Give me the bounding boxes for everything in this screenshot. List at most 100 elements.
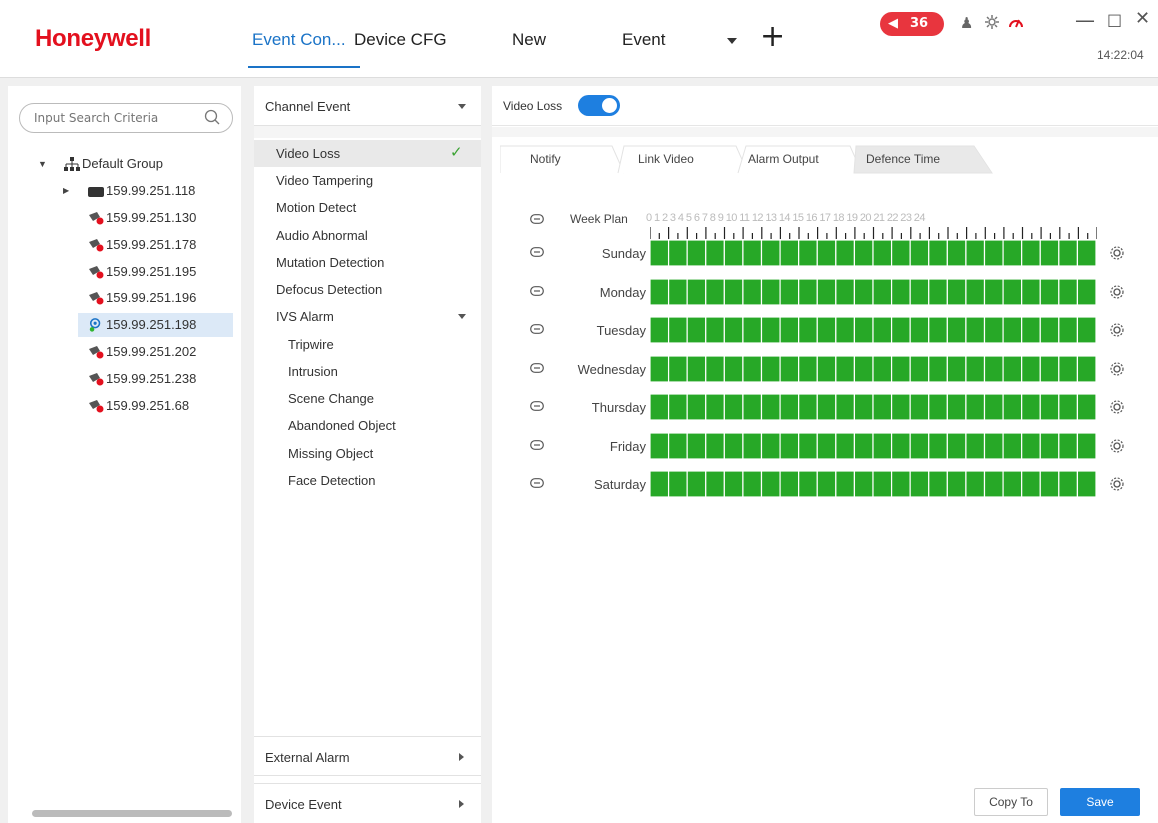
link-icon[interactable]: [530, 362, 544, 373]
schedule-row-thursday: Thursday: [492, 394, 1158, 422]
event-item-motion-detect[interactable]: Motion Detect: [254, 194, 481, 221]
performance-gauge-icon[interactable]: [1008, 16, 1024, 28]
event-type-panel: Channel Event Video Loss ✓ Video Tamperi…: [254, 86, 481, 823]
camera-offline-icon: [89, 266, 104, 279]
link-icon[interactable]: [530, 401, 544, 411]
expand-caret-icon[interactable]: ▼: [38, 159, 47, 169]
event-label: Video Loss: [276, 146, 341, 161]
search-icon[interactable]: [204, 109, 220, 125]
device-ip: 159.99.251.238: [106, 371, 197, 386]
tab-device-cfg[interactable]: Device CFG: [354, 30, 447, 50]
event-item-mutation-detection[interactable]: Mutation Detection: [254, 249, 481, 276]
event-group-ivs-alarm[interactable]: IVS Alarm: [254, 303, 481, 330]
user-icon[interactable]: ♟: [960, 14, 973, 32]
group-tree-icon: [64, 157, 80, 171]
day-label: Friday: [609, 438, 646, 454]
link-icon[interactable]: [530, 478, 544, 488]
camera-offline-icon: [89, 400, 104, 413]
alarm-badge[interactable]: ◀ 36: [880, 12, 944, 36]
day-label: Saturday: [593, 477, 646, 492]
tab-list-dropdown-icon[interactable]: [727, 38, 737, 44]
minimize-icon[interactable]: —: [1075, 8, 1095, 32]
ivs-item-intrusion[interactable]: Intrusion: [254, 358, 481, 385]
config-title: Video Loss: [503, 99, 563, 113]
gear-icon[interactable]: [1109, 322, 1125, 338]
event-item-video-tampering[interactable]: Video Tampering: [254, 167, 481, 194]
search-box[interactable]: [19, 103, 233, 133]
tab-new[interactable]: New: [512, 30, 546, 50]
event-item-audio-abnormal[interactable]: Audio Abnormal: [254, 222, 481, 249]
schedule-bar[interactable]: [650, 432, 1096, 459]
day-label: Tuesday: [596, 323, 646, 338]
device-event-header[interactable]: Device Event: [254, 783, 481, 823]
tree-device[interactable]: 159.99.251.196: [8, 286, 241, 310]
tab-event[interactable]: Event: [622, 30, 665, 50]
ivs-item-abandoned-object[interactable]: Abandoned Object: [254, 412, 481, 439]
link-icon[interactable]: [530, 439, 544, 450]
schedule-bar[interactable]: [650, 394, 1096, 420]
schedule-bar[interactable]: [650, 240, 1096, 266]
tree-device[interactable]: 159.99.251.130: [8, 206, 241, 230]
external-alarm-header[interactable]: External Alarm: [254, 736, 481, 776]
copy-to-button[interactable]: Copy To: [974, 788, 1048, 816]
link-icon[interactable]: [530, 324, 544, 334]
ivs-item-tripwire[interactable]: Tripwire: [254, 331, 481, 358]
clock: 14:22:04: [1097, 48, 1144, 62]
chevron-down-icon: [458, 104, 466, 109]
config-header: Video Loss: [492, 86, 1158, 126]
camera-offline-icon: [89, 346, 104, 359]
event-label: Defocus Detection: [276, 282, 383, 297]
gear-icon[interactable]: [1109, 361, 1125, 377]
schedule-bar[interactable]: [650, 317, 1096, 343]
subtab-label: Link Video: [638, 152, 694, 166]
camera-offline-icon: [89, 239, 104, 252]
ivs-item-scene-change[interactable]: Scene Change: [254, 385, 481, 412]
tree-device[interactable]: 159.99.251.68: [8, 394, 241, 418]
close-icon[interactable]: ✕: [1135, 8, 1150, 29]
schedule-bar[interactable]: [650, 278, 1096, 305]
tab-event-config[interactable]: Event Con...: [252, 30, 346, 50]
event-label: Mutation Detection: [276, 255, 385, 270]
event-label: Audio Abnormal: [276, 228, 368, 243]
settings-gear-icon[interactable]: [985, 15, 999, 29]
tree-device[interactable]: 159.99.251.202: [8, 340, 241, 364]
collapse-caret-icon[interactable]: ▶: [63, 186, 69, 195]
maximize-icon[interactable]: □: [1107, 10, 1122, 29]
event-label: Abandoned Object: [288, 418, 396, 433]
link-icon[interactable]: [530, 247, 544, 257]
channel-event-header[interactable]: Channel Event: [254, 86, 481, 126]
event-item-video-loss[interactable]: Video Loss ✓: [254, 140, 481, 167]
ivs-alarm-label: IVS Alarm: [276, 309, 334, 324]
tree-device[interactable]: 159.99.251.178: [8, 233, 241, 257]
hour-ticks: [650, 227, 1097, 239]
ivs-item-face-detection[interactable]: Face Detection: [254, 467, 481, 494]
tree-device[interactable]: 159.99.251.195: [8, 260, 241, 284]
tree-group-default[interactable]: ▼ Default Group: [8, 152, 241, 176]
search-input[interactable]: [34, 109, 194, 127]
tree-device[interactable]: ▶ 159.99.251.118: [8, 179, 241, 203]
divider: [254, 126, 481, 138]
event-item-defocus-detection[interactable]: Defocus Detection: [254, 276, 481, 303]
external-alarm-label: External Alarm: [265, 750, 350, 765]
enable-toggle[interactable]: [578, 95, 620, 116]
gear-icon[interactable]: [1109, 438, 1125, 454]
group-label: Default Group: [82, 156, 163, 171]
save-button[interactable]: Save: [1060, 788, 1140, 816]
ivs-item-missing-object[interactable]: Missing Object: [254, 440, 481, 467]
tree-device-selected[interactable]: 159.99.251.198: [78, 313, 233, 337]
config-panel: Video Loss Notify Link Video Alarm Outpu…: [492, 86, 1158, 823]
link-icon[interactable]: [530, 285, 544, 296]
day-label: Monday: [599, 284, 646, 300]
gear-icon[interactable]: [1109, 245, 1125, 261]
schedule-bar[interactable]: [650, 355, 1096, 382]
link-icon[interactable]: [530, 214, 544, 224]
gear-icon[interactable]: [1109, 284, 1125, 300]
gear-icon[interactable]: [1109, 399, 1125, 415]
event-label: Scene Change: [288, 391, 375, 406]
add-tab-icon[interactable]: +: [760, 22, 785, 52]
tree-device[interactable]: 159.99.251.238: [8, 367, 241, 391]
check-icon: ✓: [450, 144, 463, 161]
schedule-bar[interactable]: [650, 471, 1096, 497]
horizontal-scrollbar[interactable]: [32, 810, 232, 817]
gear-icon[interactable]: [1109, 476, 1125, 492]
